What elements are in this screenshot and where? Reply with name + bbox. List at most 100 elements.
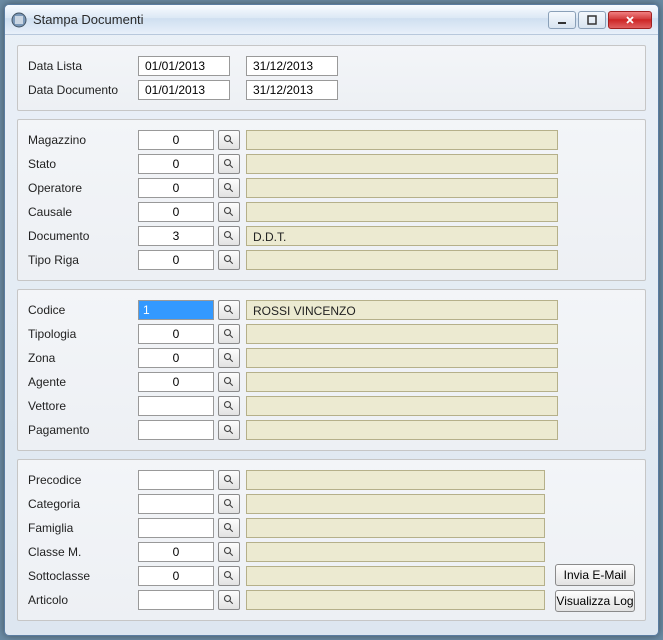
window-controls (548, 11, 652, 29)
sottoclasse-desc (246, 566, 545, 586)
row-famiglia: Famiglia (28, 516, 545, 540)
operatore-desc (246, 178, 558, 198)
tiporiga-desc (246, 250, 558, 270)
label-data-documento: Data Documento (28, 83, 138, 97)
codice-desc: ROSSI VINCENZO (246, 300, 558, 320)
label-operatore: Operatore (28, 181, 138, 195)
articolo-code-input[interactable] (138, 590, 214, 610)
side-actions: Invia E-Mail Visualizza Log (555, 564, 635, 612)
label-categoria: Categoria (28, 497, 138, 511)
row-articolo: Articolo (28, 588, 545, 612)
classem-lookup-button[interactable] (218, 542, 240, 562)
titlebar: Stampa Documenti (5, 5, 658, 35)
classem-desc (246, 542, 545, 562)
row-pagamento: Pagamento (28, 418, 635, 442)
magazzino-lookup-button[interactable] (218, 130, 240, 150)
row-tipologia: Tipologia (28, 322, 635, 346)
pagamento-lookup-button[interactable] (218, 420, 240, 440)
categoria-code-input[interactable] (138, 494, 214, 514)
label-articolo: Articolo (28, 593, 138, 607)
vettore-code-input[interactable] (138, 396, 214, 416)
label-stato: Stato (28, 157, 138, 171)
sottoclasse-code-input[interactable] (138, 566, 214, 586)
row-precodice: Precodice (28, 468, 545, 492)
row-zona: Zona (28, 346, 635, 370)
categoria-lookup-button[interactable] (218, 494, 240, 514)
tipologia-desc (246, 324, 558, 344)
agente-lookup-button[interactable] (218, 372, 240, 392)
classem-code-input[interactable] (138, 542, 214, 562)
row-tiporiga: Tipo Riga (28, 248, 635, 272)
label-sottoclasse: Sottoclasse (28, 569, 138, 583)
label-agente: Agente (28, 375, 138, 389)
filters-doc-group: Magazzino Stato Operatore Causale (17, 119, 646, 281)
agente-code-input[interactable] (138, 372, 214, 392)
data-doc-to-input[interactable] (246, 80, 338, 100)
precodice-desc (246, 470, 545, 490)
close-button[interactable] (608, 11, 652, 29)
label-pagamento: Pagamento (28, 423, 138, 437)
operatore-code-input[interactable] (138, 178, 214, 198)
stato-code-input[interactable] (138, 154, 214, 174)
sottoclasse-lookup-button[interactable] (218, 566, 240, 586)
zona-desc (246, 348, 558, 368)
visualizza-log-button[interactable]: Visualizza Log (555, 590, 635, 612)
precodice-lookup-button[interactable] (218, 470, 240, 490)
row-data-documento: Data Documento (28, 78, 635, 102)
filters-article-group: Precodice Categoria Famiglia Classe M. (17, 459, 646, 621)
pagamento-code-input[interactable] (138, 420, 214, 440)
codice-code-input[interactable] (138, 300, 214, 320)
famiglia-desc (246, 518, 545, 538)
label-zona: Zona (28, 351, 138, 365)
stato-lookup-button[interactable] (218, 154, 240, 174)
label-vettore: Vettore (28, 399, 138, 413)
client-area: Data Lista Data Documento Magazzino Stat… (5, 35, 658, 635)
label-causale: Causale (28, 205, 138, 219)
documento-lookup-button[interactable] (218, 226, 240, 246)
famiglia-lookup-button[interactable] (218, 518, 240, 538)
data-lista-to-input[interactable] (246, 56, 338, 76)
zona-lookup-button[interactable] (218, 348, 240, 368)
famiglia-code-input[interactable] (138, 518, 214, 538)
causale-desc (246, 202, 558, 222)
row-magazzino: Magazzino (28, 128, 635, 152)
tiporiga-lookup-button[interactable] (218, 250, 240, 270)
stato-desc (246, 154, 558, 174)
label-tipologia: Tipologia (28, 327, 138, 341)
label-magazzino: Magazzino (28, 133, 138, 147)
data-doc-from-input[interactable] (138, 80, 230, 100)
row-documento: Documento D.D.T. (28, 224, 635, 248)
dates-group: Data Lista Data Documento (17, 45, 646, 111)
minimize-button[interactable] (548, 11, 576, 29)
label-tiporiga: Tipo Riga (28, 253, 138, 267)
row-codice: Codice ROSSI VINCENZO (28, 298, 635, 322)
tiporiga-code-input[interactable] (138, 250, 214, 270)
articolo-lookup-button[interactable] (218, 590, 240, 610)
row-operatore: Operatore (28, 176, 635, 200)
tipologia-lookup-button[interactable] (218, 324, 240, 344)
causale-lookup-button[interactable] (218, 202, 240, 222)
invia-email-button[interactable]: Invia E-Mail (555, 564, 635, 586)
row-vettore: Vettore (28, 394, 635, 418)
codice-lookup-button[interactable] (218, 300, 240, 320)
operatore-lookup-button[interactable] (218, 178, 240, 198)
precodice-code-input[interactable] (138, 470, 214, 490)
documento-code-input[interactable] (138, 226, 214, 246)
label-data-lista: Data Lista (28, 59, 138, 73)
magazzino-code-input[interactable] (138, 130, 214, 150)
categoria-desc (246, 494, 545, 514)
row-classem: Classe M. (28, 540, 545, 564)
row-agente: Agente (28, 370, 635, 394)
app-icon (11, 12, 27, 28)
causale-code-input[interactable] (138, 202, 214, 222)
data-lista-from-input[interactable] (138, 56, 230, 76)
documento-desc: D.D.T. (246, 226, 558, 246)
row-data-lista: Data Lista (28, 54, 635, 78)
maximize-button[interactable] (578, 11, 606, 29)
window-title: Stampa Documenti (33, 12, 548, 27)
vettore-lookup-button[interactable] (218, 396, 240, 416)
tipologia-code-input[interactable] (138, 324, 214, 344)
zona-code-input[interactable] (138, 348, 214, 368)
row-categoria: Categoria (28, 492, 545, 516)
row-stato: Stato (28, 152, 635, 176)
